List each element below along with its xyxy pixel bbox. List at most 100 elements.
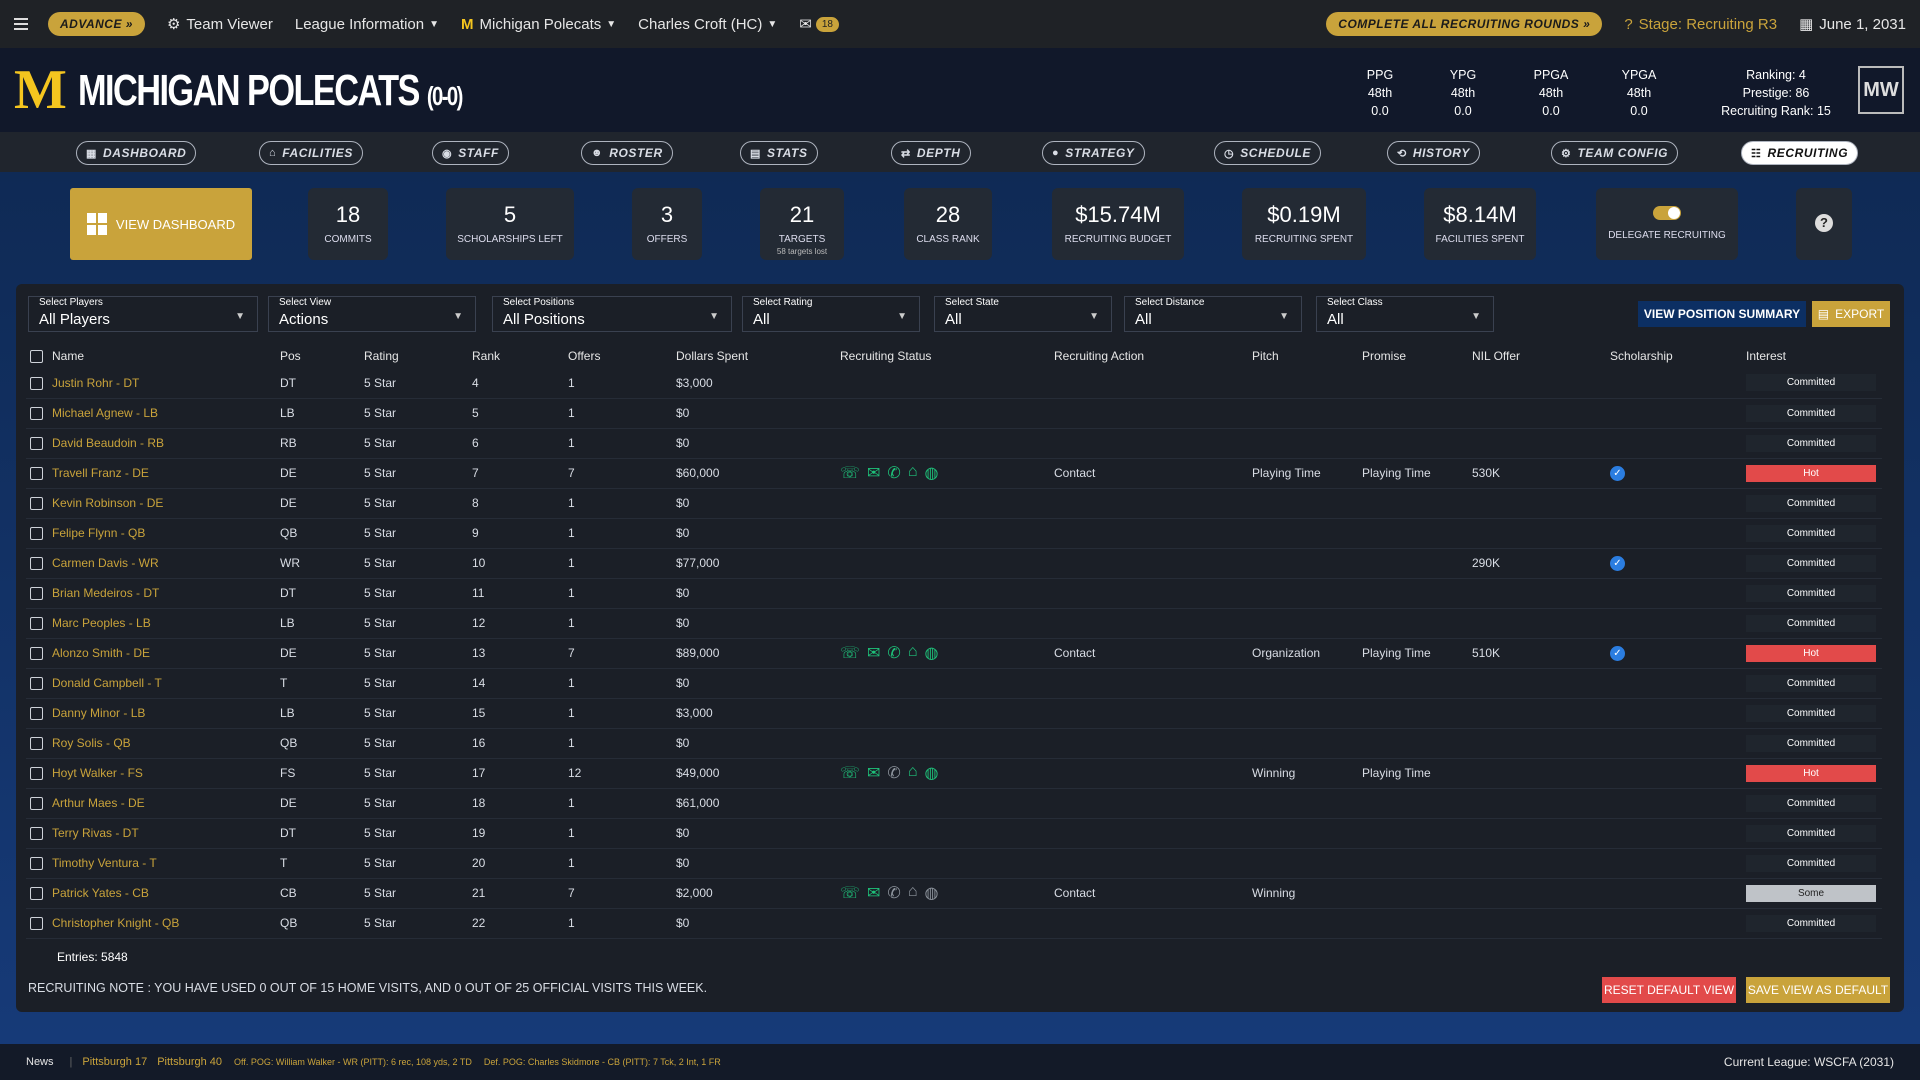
player-action[interactable]: Contact: [1050, 638, 1248, 669]
col-action[interactable]: Recruiting Action: [1050, 344, 1248, 368]
delegate-toggle[interactable]: [1653, 206, 1681, 220]
player-name[interactable]: Hoyt Walker - FS: [26, 758, 276, 789]
col-rank[interactable]: Rank: [468, 344, 564, 368]
player-action[interactable]: [1050, 608, 1248, 639]
player-nil[interactable]: [1468, 848, 1606, 879]
player-promise[interactable]: [1358, 908, 1468, 939]
player-promise[interactable]: Playing Time: [1358, 638, 1468, 669]
tab-depth[interactable]: ⇄ DEPTH: [891, 141, 971, 165]
col-pitch[interactable]: Pitch: [1248, 344, 1358, 368]
player-pitch[interactable]: [1248, 518, 1358, 549]
col-status[interactable]: Recruiting Status: [836, 344, 1050, 368]
player-name[interactable]: Terry Rivas - DT: [26, 818, 276, 849]
player-nil[interactable]: [1468, 518, 1606, 549]
player-promise[interactable]: [1358, 578, 1468, 609]
col-name[interactable]: Name: [26, 344, 276, 368]
col-dollars[interactable]: Dollars Spent: [672, 344, 836, 368]
player-action[interactable]: [1050, 848, 1248, 879]
player-pitch[interactable]: Organization: [1248, 638, 1358, 669]
player-scholarship[interactable]: [1606, 908, 1742, 939]
player-nil[interactable]: 510K: [1468, 638, 1606, 669]
player-scholarship[interactable]: [1606, 488, 1742, 519]
delegate-card[interactable]: DELEGATE RECRUITING: [1596, 188, 1738, 260]
player-nil[interactable]: 530K: [1468, 458, 1606, 489]
player-promise[interactable]: [1358, 398, 1468, 429]
select-view[interactable]: Select View Actions ▼: [268, 296, 476, 332]
row-checkbox[interactable]: [30, 767, 43, 781]
row-checkbox[interactable]: [30, 587, 43, 601]
score-1[interactable]: Pittsburgh 17: [82, 1056, 147, 1068]
score-2[interactable]: Pittsburgh 40: [157, 1056, 222, 1068]
player-scholarship[interactable]: [1606, 428, 1742, 459]
player-pitch[interactable]: [1248, 488, 1358, 519]
player-action[interactable]: [1050, 668, 1248, 699]
player-scholarship[interactable]: ✓: [1606, 548, 1742, 579]
row-checkbox[interactable]: [30, 857, 43, 871]
help-card[interactable]: ?: [1796, 188, 1852, 260]
player-scholarship[interactable]: [1606, 758, 1742, 789]
row-checkbox[interactable]: [30, 467, 43, 481]
row-checkbox[interactable]: [30, 827, 43, 841]
tab-facilities[interactable]: ⌂ FACILITIES: [259, 141, 363, 165]
player-pitch[interactable]: [1248, 788, 1358, 819]
player-scholarship[interactable]: [1606, 728, 1742, 759]
player-action[interactable]: [1050, 548, 1248, 579]
player-promise[interactable]: [1358, 488, 1468, 519]
player-scholarship[interactable]: [1606, 578, 1742, 609]
player-scholarship[interactable]: [1606, 878, 1742, 909]
football-icon[interactable]: ◍: [925, 763, 939, 783]
phone-icon[interactable]: ✆: [887, 643, 900, 663]
player-nil[interactable]: [1468, 698, 1606, 729]
col-scholarship[interactable]: Scholarship: [1606, 344, 1742, 368]
tab-strategy[interactable]: ● STRATEGY: [1042, 141, 1145, 165]
player-nil[interactable]: 290K: [1468, 548, 1606, 579]
row-checkbox[interactable]: [30, 437, 43, 451]
row-checkbox[interactable]: [30, 737, 43, 751]
player-name[interactable]: Roy Solis - QB: [26, 728, 276, 759]
player-pitch[interactable]: [1248, 548, 1358, 579]
player-name[interactable]: Brian Medeiros - DT: [26, 578, 276, 609]
player-promise[interactable]: [1358, 428, 1468, 459]
phone-icon[interactable]: ✆: [887, 463, 900, 483]
player-scholarship[interactable]: [1606, 608, 1742, 639]
col-interest[interactable]: Interest: [1742, 344, 1882, 368]
player-action[interactable]: [1050, 518, 1248, 549]
home-visit-icon[interactable]: ⌂: [908, 643, 918, 663]
player-promise[interactable]: [1358, 788, 1468, 819]
player-name[interactable]: Kevin Robinson - DE: [26, 488, 276, 519]
player-name[interactable]: Marc Peoples - LB: [26, 608, 276, 639]
home-visit-icon[interactable]: ⌂: [908, 883, 918, 903]
player-nil[interactable]: [1468, 398, 1606, 429]
player-pitch[interactable]: [1248, 698, 1358, 729]
player-pitch[interactable]: [1248, 848, 1358, 879]
select-all-checkbox[interactable]: [30, 350, 43, 364]
menu-icon[interactable]: [14, 18, 28, 30]
home-visit-icon[interactable]: ⌂: [908, 763, 918, 783]
player-nil[interactable]: [1468, 608, 1606, 639]
select-distance[interactable]: Select Distance All ▼: [1124, 296, 1302, 332]
player-name[interactable]: Michael Agnew - LB: [26, 398, 276, 429]
player-nil[interactable]: [1468, 818, 1606, 849]
row-checkbox[interactable]: [30, 527, 43, 541]
player-nil[interactable]: [1468, 788, 1606, 819]
row-checkbox[interactable]: [30, 647, 43, 661]
player-name[interactable]: Danny Minor - LB: [26, 698, 276, 729]
player-scholarship[interactable]: [1606, 818, 1742, 849]
player-name[interactable]: Patrick Yates - CB: [26, 878, 276, 909]
home-visit-icon[interactable]: ⌂: [908, 463, 918, 483]
player-action[interactable]: [1050, 488, 1248, 519]
player-action[interactable]: [1050, 788, 1248, 819]
football-icon[interactable]: ◍: [925, 463, 939, 483]
tab-recruiting[interactable]: ☷ RECRUITING: [1741, 141, 1859, 165]
player-name[interactable]: Justin Rohr - DT: [26, 368, 276, 399]
player-name[interactable]: Donald Campbell - T: [26, 668, 276, 699]
player-action[interactable]: [1050, 398, 1248, 429]
voice-icon[interactable]: ☏: [840, 643, 860, 663]
player-scholarship[interactable]: [1606, 698, 1742, 729]
tab-history[interactable]: ⟲ HISTORY: [1387, 141, 1480, 165]
select-rating[interactable]: Select Rating All ▼: [742, 296, 920, 332]
football-icon[interactable]: ◍: [925, 643, 939, 663]
player-promise[interactable]: [1358, 848, 1468, 879]
row-checkbox[interactable]: [30, 617, 43, 631]
tab-schedule[interactable]: ◷ SCHEDULE: [1214, 141, 1322, 165]
